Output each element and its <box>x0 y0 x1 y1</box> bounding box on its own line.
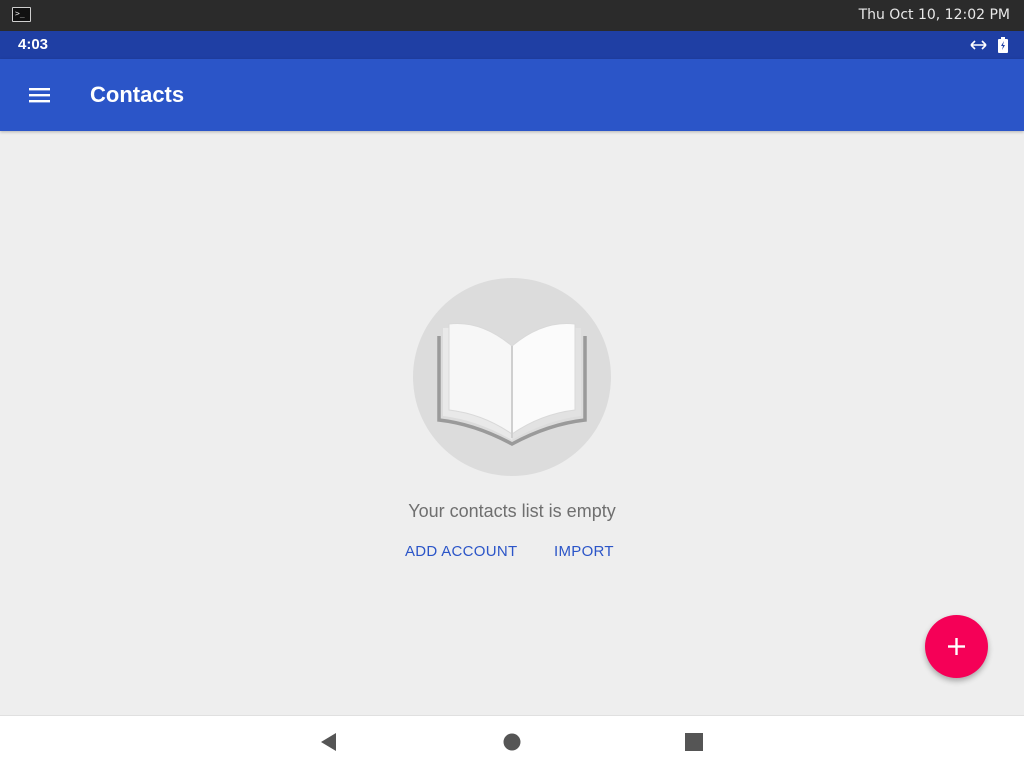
recents-icon <box>685 733 703 751</box>
home-icon <box>503 733 521 751</box>
empty-state-message: Your contacts list is empty <box>408 501 616 521</box>
terminal-icon[interactable]: >_ <box>12 7 31 22</box>
page-title: Contacts <box>90 82 185 107</box>
data-transfer-icon <box>970 40 987 50</box>
hamburger-menu-icon <box>29 88 50 103</box>
status-time: 4:03 <box>18 36 49 53</box>
empty-state-illustration <box>413 278 611 476</box>
open-book-icon <box>437 322 587 446</box>
host-clock: Thu Oct 10, 12:02 PM <box>858 7 1010 23</box>
navigation-bar <box>0 715 1024 768</box>
add-account-button[interactable]: ADD ACCOUNT <box>405 541 517 563</box>
status-icons <box>969 37 1008 53</box>
terminal-icon-glyph: >_ <box>15 9 25 18</box>
add-contact-fab[interactable] <box>925 615 988 678</box>
menu-button[interactable] <box>20 77 60 113</box>
home-button[interactable] <box>500 730 524 754</box>
app-bar: Contacts <box>0 59 1024 131</box>
status-bar: 4:03 <box>0 31 1024 59</box>
battery-charging-icon <box>998 37 1008 53</box>
back-button[interactable] <box>318 730 342 754</box>
recents-button[interactable] <box>682 730 706 754</box>
import-button[interactable]: IMPORT <box>554 541 614 563</box>
plus-icon <box>948 638 965 655</box>
back-icon <box>321 733 336 751</box>
host-top-bar: >_ Thu Oct 10, 12:02 PM <box>0 0 1024 31</box>
